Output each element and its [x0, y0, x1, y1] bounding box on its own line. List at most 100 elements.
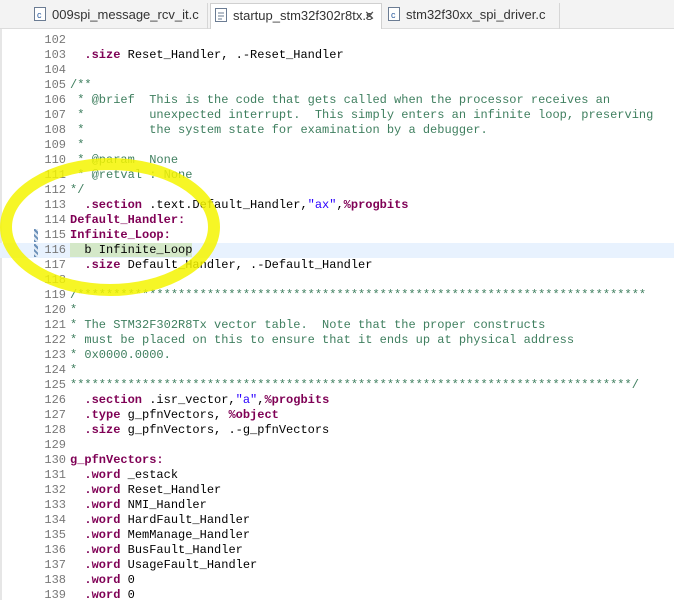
code-token: g_pfnVectors,	[120, 408, 229, 422]
code-text: * 0x0000.0000.	[70, 348, 171, 363]
code-text: * @param None	[70, 153, 178, 168]
line-number: 116	[44, 243, 66, 257]
code-token: MemManage_Handler	[120, 528, 251, 542]
tab-stm32f30xx-spi-driver[interactable]: c stm32f30xx_spi_driver.c	[384, 3, 560, 29]
line-number: 125	[44, 378, 66, 392]
code-line[interactable]: 126 .section .isr_vector,"a",%progbits	[0, 393, 674, 408]
code-token: "a"	[235, 393, 258, 407]
code-token: /***************************************…	[70, 288, 647, 302]
code-line[interactable]: 109 *	[0, 138, 674, 153]
code-line[interactable]: 115 Infinite_Loop:	[0, 228, 674, 243]
line-number: 123	[44, 348, 66, 362]
line-number: 132	[44, 483, 66, 497]
code-line[interactable]: 121 * The STM32F302R8Tx vector table. Not…	[0, 318, 674, 333]
code-line[interactable]: 116 b Infinite_Loop	[0, 243, 674, 258]
code-line[interactable]: 110 * @param None	[0, 153, 674, 168]
code-line[interactable]: 106 * @brief This is the code that gets …	[0, 93, 674, 108]
code-text: * @retval : None	[70, 168, 192, 183]
tab-label: 009spi_message_rcv_it.c	[52, 7, 199, 22]
tab-label: startup_stm32f302r8tx.s	[233, 8, 373, 23]
code-text: .word UsageFault_Handler	[70, 558, 257, 573]
line-number: 117	[44, 258, 66, 272]
code-line[interactable]: 118	[0, 273, 674, 288]
code-token: 0	[120, 573, 135, 587]
code-token: .text.Default_Handler,	[142, 198, 308, 212]
code-line[interactable]: 139 .word 0	[0, 588, 674, 603]
code-line[interactable]: 132 .word Reset_Handler	[0, 483, 674, 498]
code-token: ,	[336, 198, 344, 212]
tab-label: stm32f30xx_spi_driver.c	[406, 7, 546, 22]
code-text: ****************************************…	[70, 378, 639, 393]
code-token: %progbits	[343, 198, 409, 212]
code-line[interactable]: 104	[0, 63, 674, 78]
code-token: Default_Handler:	[70, 213, 186, 227]
editor-tab-bar: c 009spi_message_rcv_it.c startup_stm32f3…	[0, 0, 674, 29]
line-number: 136	[44, 543, 66, 557]
code-line[interactable]: 137 .word UsageFault_Handler	[0, 558, 674, 573]
code-token: NMI_Handler	[120, 498, 207, 512]
code-token: %object	[228, 408, 279, 422]
code-token: .section	[70, 198, 143, 212]
code-token: Reset_Handler, .-Reset_Handler	[120, 48, 344, 62]
code-line[interactable]: 112 */	[0, 183, 674, 198]
code-token: .word	[70, 528, 121, 542]
code-line[interactable]: 134 .word HardFault_Handler	[0, 513, 674, 528]
code-token: g_pfnVectors:	[70, 453, 164, 467]
code-editor[interactable]: 102 103 .size Reset_Handler, .-Reset_Hand…	[0, 29, 674, 603]
code-line[interactable]: 128 .size g_pfnVectors, .-g_pfnVectors	[0, 423, 674, 438]
code-line[interactable]: 117 .size Default_Handler, .-Default_Han…	[0, 258, 674, 273]
code-line[interactable]: 135 .word MemManage_Handler	[0, 528, 674, 543]
line-number: 137	[44, 558, 66, 572]
code-line[interactable]: 119 /************************************…	[0, 288, 674, 303]
tab-009spi-message-rcv-it[interactable]: c 009spi_message_rcv_it.c	[30, 3, 208, 29]
tab-startup-stm32f302r8tx[interactable]: startup_stm32f302r8tx.s ✕	[210, 3, 382, 29]
asm-file-icon	[215, 8, 227, 23]
line-number: 128	[44, 423, 66, 437]
code-line[interactable]: 102	[0, 33, 674, 48]
code-line[interactable]: 125 *************************************…	[0, 378, 674, 393]
code-line[interactable]: 127 .type g_pfnVectors, %object	[0, 408, 674, 423]
code-line[interactable]: 124 *	[0, 363, 674, 378]
line-number: 109	[44, 138, 66, 152]
close-icon[interactable]: ✕	[364, 4, 375, 28]
line-number: 127	[44, 408, 66, 422]
code-token: * @brief This is the code that gets call…	[70, 93, 611, 107]
line-number: 105	[44, 78, 66, 92]
code-line[interactable]: 131 .word _estack	[0, 468, 674, 483]
code-token: g_pfnVectors, .-g_pfnVectors	[120, 423, 330, 437]
code-line[interactable]: 114 Default_Handler:	[0, 213, 674, 228]
code-token: * must be placed on this to ensure that …	[70, 333, 575, 347]
code-text: b Infinite_Loop	[70, 243, 193, 258]
code-token: .word	[70, 498, 121, 512]
code-line[interactable]: 123 * 0x0000.0000.	[0, 348, 674, 363]
line-number: 113	[44, 198, 66, 212]
code-text: .word HardFault_Handler	[70, 513, 250, 528]
code-line[interactable]: 130 g_pfnVectors:	[0, 453, 674, 468]
code-line[interactable]: 113 .section .text.Default_Handler,"ax",…	[0, 198, 674, 213]
svg-text:c: c	[391, 10, 396, 20]
code-text: .word 0	[70, 588, 134, 603]
code-line[interactable]: 122 * must be placed on this to ensure th…	[0, 333, 674, 348]
code-token: .word	[70, 483, 121, 497]
code-line[interactable]: 120 *	[0, 303, 674, 318]
code-token: * @param None	[70, 153, 179, 167]
code-line[interactable]: 103 .size Reset_Handler, .-Reset_Handler	[0, 48, 674, 63]
code-token: .size	[70, 48, 121, 62]
code-line[interactable]: 108 * the system state for examination b…	[0, 123, 674, 138]
code-text: g_pfnVectors:	[70, 453, 164, 468]
code-line[interactable]: 138 .word 0	[0, 573, 674, 588]
code-token: * the system state for examination by a …	[70, 123, 488, 137]
code-text: .word Reset_Handler	[70, 483, 221, 498]
code-line[interactable]: 129	[0, 438, 674, 453]
code-line[interactable]: 136 .word BusFault_Handler	[0, 543, 674, 558]
code-token: "ax"	[307, 198, 337, 212]
code-line[interactable]: 105 /**	[0, 78, 674, 93]
code-line[interactable]: 133 .word NMI_Handler	[0, 498, 674, 513]
code-token: .isr_vector,	[142, 393, 236, 407]
code-line[interactable]: 111 * @retval : None	[0, 168, 674, 183]
line-number: 138	[44, 573, 66, 587]
code-line[interactable]: 107 * unexpected interrupt. This simply …	[0, 108, 674, 123]
code-text: Infinite_Loop:	[70, 228, 171, 243]
line-number: 111	[44, 168, 66, 182]
code-text: .word BusFault_Handler	[70, 543, 242, 558]
